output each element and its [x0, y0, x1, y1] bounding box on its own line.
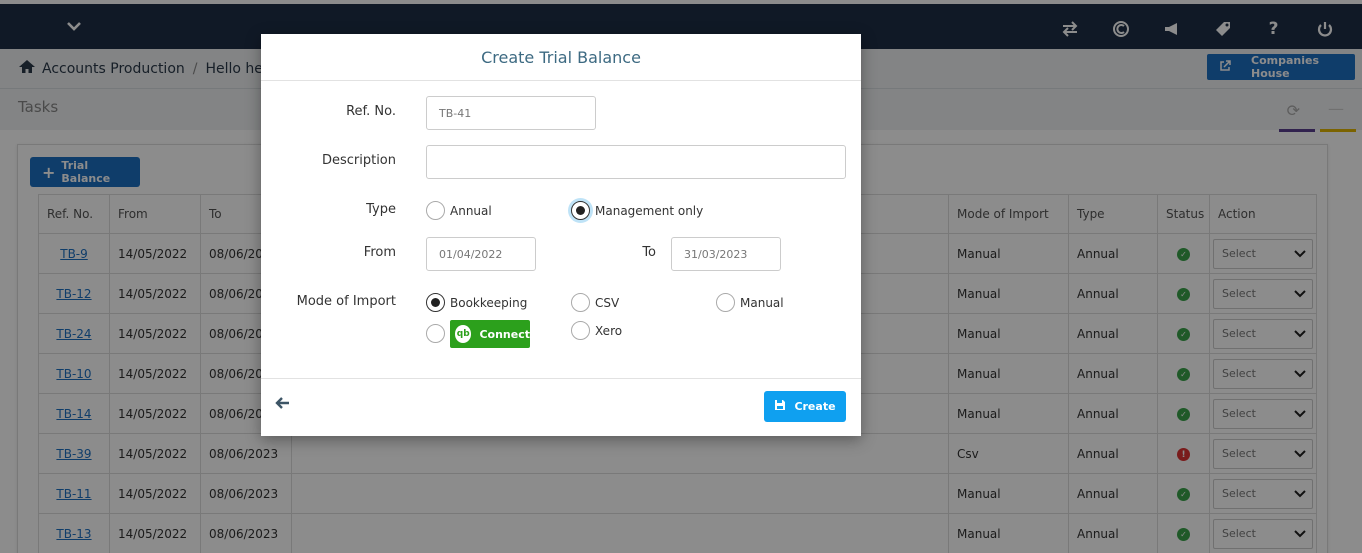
radio-circle-selected: [426, 293, 445, 312]
mode-manual-label: Manual: [740, 295, 784, 310]
radio-circle: [426, 324, 445, 343]
mode-bookkeeping-label: Bookkeeping: [450, 295, 528, 310]
from-label: From: [363, 245, 396, 260]
type-management-radio[interactable]: Management only: [571, 201, 703, 220]
create-label: Create: [794, 400, 836, 413]
ref-no-label: Ref. No.: [346, 104, 396, 119]
create-button[interactable]: Create: [764, 391, 846, 422]
description-field[interactable]: [426, 145, 846, 179]
modal-title: Create Trial Balance: [481, 47, 641, 67]
from-date-field[interactable]: 01/04/2022: [426, 237, 536, 271]
radio-circle: [571, 293, 590, 312]
connect-label: Connect: [479, 327, 530, 341]
mode-bookkeeping-radio[interactable]: Bookkeeping: [426, 293, 527, 312]
type-label: Type: [366, 202, 396, 217]
to-date-field[interactable]: 31/03/2023: [671, 237, 781, 271]
mode-quickbooks-radio[interactable]: [426, 324, 450, 343]
type-annual-label: Annual: [450, 203, 492, 218]
type-management-label: Management only: [595, 203, 704, 218]
modal-footer: Create: [261, 378, 861, 436]
radio-circle: [426, 201, 445, 220]
mode-xero-radio[interactable]: Xero: [571, 321, 622, 340]
type-annual-radio[interactable]: Annual: [426, 201, 492, 220]
create-trial-balance-modal: Create Trial Balance Ref. No. TB-41 Desc…: [261, 34, 861, 436]
quickbooks-connect-button[interactable]: qb Connect: [450, 320, 530, 348]
description-label: Description: [321, 153, 396, 168]
mode-manual-radio[interactable]: Manual: [716, 293, 784, 312]
save-icon: [774, 399, 786, 414]
quickbooks-logo-icon: qb: [455, 325, 472, 343]
mode-csv-radio[interactable]: CSV: [571, 293, 619, 312]
radio-circle: [571, 321, 590, 340]
ref-no-field[interactable]: TB-41: [426, 96, 596, 130]
mode-xero-label: Xero: [595, 323, 623, 338]
modal-header: Create Trial Balance: [261, 34, 861, 81]
to-label: To: [642, 245, 656, 260]
mode-of-import-label: Mode of Import: [296, 294, 396, 309]
radio-circle-selected: [571, 201, 590, 220]
radio-circle: [716, 293, 735, 312]
back-arrow-icon[interactable]: [275, 395, 291, 411]
mode-csv-label: CSV: [595, 295, 620, 310]
